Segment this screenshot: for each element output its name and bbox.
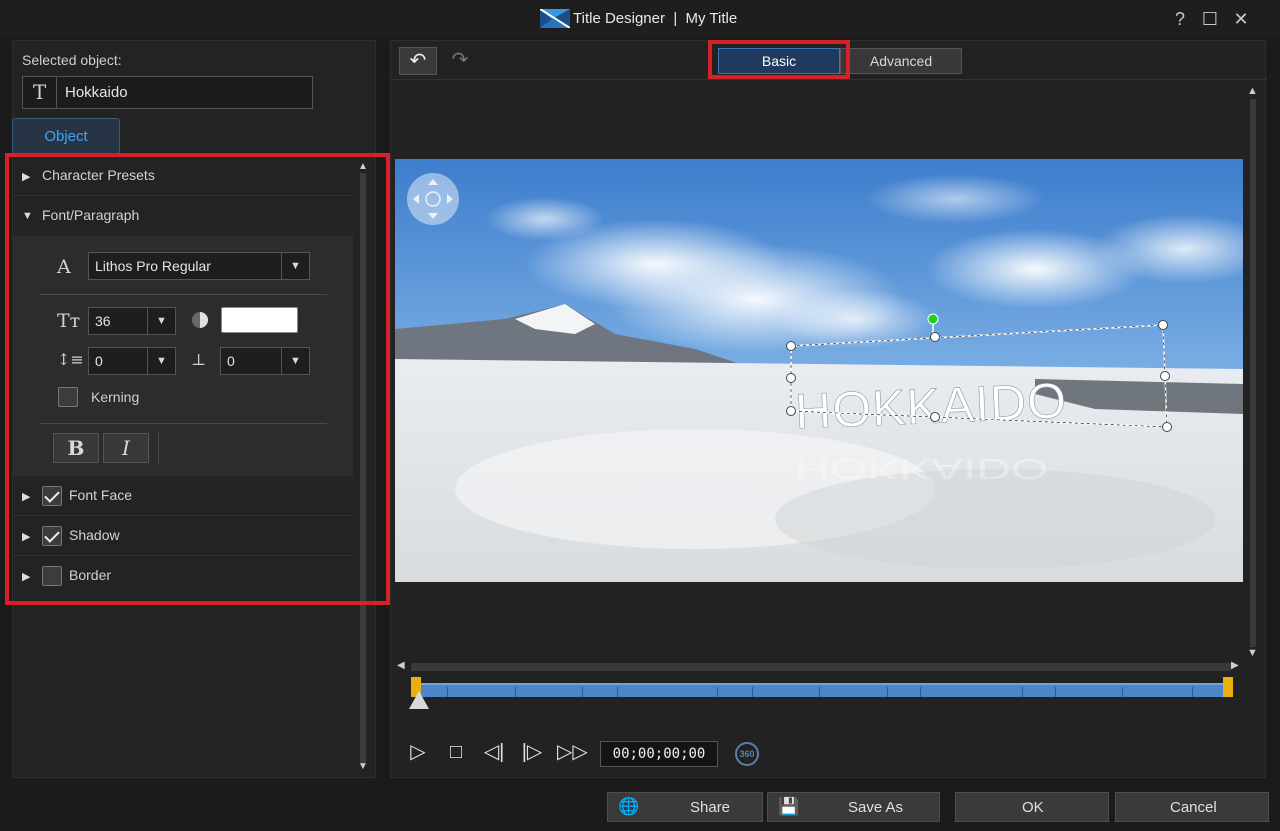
selected-object-label: Selected object: (22, 52, 122, 68)
save-icon: 💾 (778, 797, 800, 816)
timeline-tick (717, 687, 718, 697)
globe-icon: 🌐 (618, 797, 640, 816)
undo-button[interactable]: ↶ (399, 47, 437, 75)
preview-scrollbar[interactable]: ▲ ▼ (1247, 85, 1259, 661)
playback-controls: ▷ □ ◁| |▷ ▷▷ 00;00;00;00 360 (391, 731, 1267, 775)
timeline-tick (1055, 687, 1056, 697)
playhead-handle[interactable] (409, 691, 429, 709)
help-icon[interactable]: ? (1168, 8, 1192, 30)
timeline-end-marker[interactable] (1223, 677, 1233, 697)
timeline-tick (617, 687, 618, 697)
timeline-tick (752, 687, 753, 697)
cancel-label: Cancel (1170, 799, 1217, 816)
redo-button[interactable]: ↷ (441, 47, 479, 75)
title-reflection: HOKKAIDO (795, 452, 1048, 484)
stop-icon[interactable]: □ (441, 737, 471, 767)
timeline-tick (920, 687, 921, 697)
scroll-down-icon[interactable]: ▼ (358, 761, 368, 772)
preview-panel: ↶ ↷ Basic Advanced HOKKAIDO HOKKAIDO ▲ ▼… (390, 40, 1267, 778)
share-label: Share (690, 799, 731, 816)
timeline-tick (1022, 687, 1023, 697)
previous-frame-icon[interactable]: ◁| (479, 737, 509, 767)
scroll-down-icon[interactable]: ▼ (1247, 647, 1258, 659)
timeline-tick (1122, 687, 1123, 697)
timeline-right-arrow-icon[interactable]: ▶ (1231, 660, 1239, 671)
ok-label: OK (1022, 799, 1044, 816)
navigation-pad-icon[interactable] (407, 173, 459, 225)
timeline-scroll-track[interactable] (411, 663, 1231, 671)
timeline-tick (447, 687, 448, 697)
cancel-button[interactable]: Cancel (1115, 792, 1269, 822)
timeline-tick (1192, 687, 1193, 697)
timeline-tick (819, 687, 820, 697)
timeline-track[interactable] (411, 683, 1233, 697)
view-360-icon[interactable]: 360 (735, 742, 759, 766)
timeline[interactable]: ◀ ▶ (397, 660, 1243, 715)
timeline-left-arrow-icon[interactable]: ◀ (397, 660, 405, 671)
fast-forward-icon[interactable]: ▷▷ (557, 737, 588, 767)
save-as-label: Save As (848, 799, 904, 816)
save-as-button[interactable]: 💾 Save As (767, 792, 940, 822)
window-title: Title Designer | My Title (573, 10, 738, 27)
timecode-field[interactable]: 00;00;00;00 (600, 741, 718, 767)
maximize-icon[interactable]: ☐ (1198, 8, 1222, 30)
highlight-box-left (5, 153, 390, 605)
text-object-icon: T (23, 77, 57, 108)
play-icon[interactable]: ▷ (403, 737, 433, 767)
tab-object[interactable]: Object (12, 118, 120, 154)
timeline-tick (515, 687, 516, 697)
selected-object-field[interactable]: T Hokkaido (22, 76, 313, 109)
next-frame-icon[interactable]: |▷ (517, 737, 547, 767)
title-bar: Title Designer | My Title ? ☐ ✕ (0, 0, 1280, 38)
share-button[interactable]: 🌐 Share (607, 792, 763, 822)
scroll-track[interactable] (1250, 99, 1256, 647)
ok-button[interactable]: OK (955, 792, 1109, 822)
app-logo-icon (540, 9, 570, 28)
selected-object-name: Hokkaido (65, 84, 128, 101)
title-text-object[interactable]: HOKKAIDO (794, 372, 1069, 440)
toolbar-divider (391, 79, 1267, 80)
timeline-tick (887, 687, 888, 697)
preview-canvas[interactable]: HOKKAIDO HOKKAIDO (395, 159, 1243, 582)
timeline-tick (582, 687, 583, 697)
highlight-box-basic (708, 40, 850, 79)
preview-image: HOKKAIDO HOKKAIDO (395, 159, 1243, 582)
tab-advanced[interactable]: Advanced (840, 48, 962, 74)
close-icon[interactable]: ✕ (1229, 8, 1253, 30)
scroll-up-icon[interactable]: ▲ (1247, 85, 1258, 97)
